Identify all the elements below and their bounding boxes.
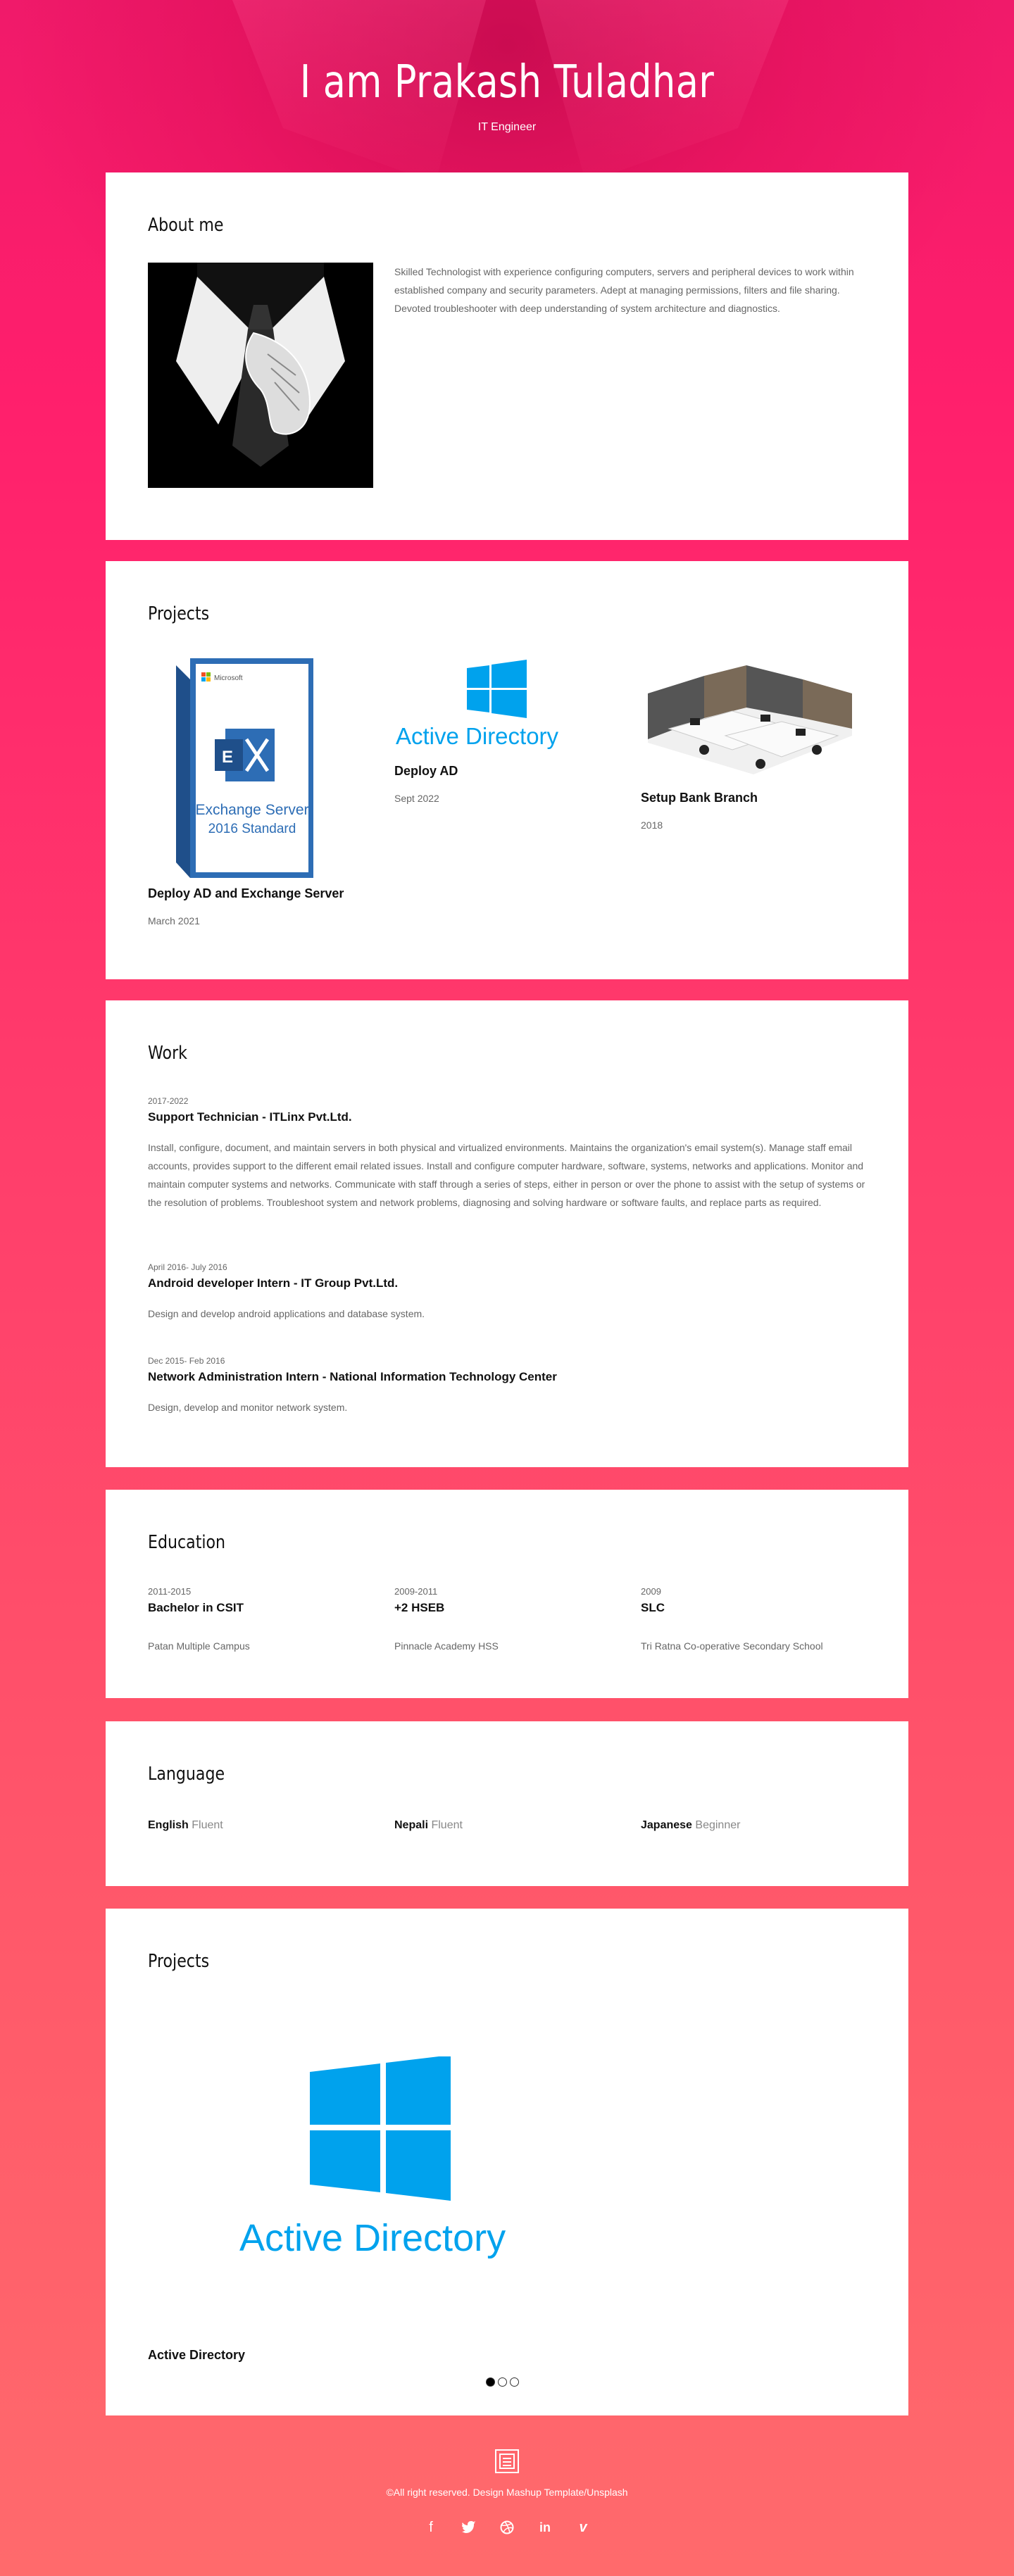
project-title: Deploy AD and Exchange Server	[148, 886, 344, 900]
education-date: 2009	[641, 1586, 661, 1597]
project-title: Setup Bank Branch	[641, 791, 758, 805]
language-level: Fluent	[431, 1819, 463, 1831]
education-item: 2011-2015 Bachelor in CSIT Patan Multipl…	[148, 1586, 373, 1652]
work-item: April 2016- July 2016 Android developer …	[148, 1262, 866, 1323]
work-description: Design, develop and monitor network syst…	[148, 1402, 348, 1413]
carousel-slide-title: Active Directory	[148, 2348, 246, 2362]
copyright-text: ©All right reserved. Design Mashup Templ…	[386, 2487, 628, 2498]
project-date: 2018	[641, 819, 663, 831]
page-title: I am Prakash Tuladhar	[299, 56, 715, 108]
facebook-icon[interactable]: f	[423, 2519, 439, 2536]
linkedin-icon[interactable]: in	[537, 2519, 553, 2536]
work-date: 2017-2022	[148, 1096, 189, 1106]
dribbble-icon[interactable]	[499, 2519, 515, 2536]
carousel-dot-2[interactable]	[498, 2377, 507, 2387]
education-place: Tri Ratna Co-operative Secondary School	[641, 1640, 823, 1652]
education-title: SLC	[641, 1601, 665, 1614]
work-heading: Work	[148, 1043, 187, 1064]
template-logo-icon	[494, 2449, 520, 2474]
language-name: Nepali	[394, 1819, 429, 1831]
education-item: 2009-2011 +2 HSEB Pinnacle Academy HSS	[394, 1586, 620, 1652]
work-card: Work 2017-2022 Support Technician - ITLi…	[106, 1000, 908, 1467]
language-level: Fluent	[192, 1819, 223, 1831]
project-date: March 2021	[148, 915, 200, 926]
office-workstation-image	[641, 651, 859, 785]
about-text: Skilled Technologist with experience con…	[394, 266, 854, 314]
twitter-icon[interactable]	[461, 2519, 477, 2536]
svg-text:Microsoft: Microsoft	[214, 674, 243, 682]
carousel-slide-image[interactable]: Active Directory	[239, 2055, 542, 2261]
carousel-dot-1[interactable]	[486, 2377, 495, 2387]
work-date: Dec 2015- Feb 2016	[148, 1356, 225, 1366]
work-title: Network Administration Intern - National…	[148, 1370, 557, 1383]
work-title: Android developer Intern - IT Group Pvt.…	[148, 1276, 399, 1290]
education-date: 2009-2011	[394, 1586, 438, 1597]
projects-card: Projects Microsoft E Exchange Server 201…	[106, 561, 908, 979]
work-item: Dec 2015- Feb 2016 Network Administratio…	[148, 1356, 866, 1416]
language-name: English	[148, 1819, 189, 1831]
education-place: Pinnacle Academy HSS	[394, 1640, 499, 1652]
carousel-dot-3[interactable]	[510, 2377, 519, 2387]
language-item: English Fluent	[148, 1819, 373, 1832]
education-item: 2009 SLC Tri Ratna Co-operative Secondar…	[641, 1586, 866, 1652]
svg-text:E: E	[222, 748, 233, 767]
svg-text:Active Directory: Active Directory	[396, 723, 559, 749]
project-title: Deploy AD	[394, 764, 458, 778]
svg-text:Exchange Server: Exchange Server	[195, 802, 308, 818]
page-header: I am Prakash Tuladhar IT Engineer	[0, 56, 1014, 134]
education-date: 2011-2015	[148, 1586, 192, 1597]
language-item: Nepali Fluent	[394, 1819, 620, 1832]
project-item[interactable]: Microsoft E Exchange Server 2016 Standar…	[148, 651, 373, 926]
work-description: Install, configure, document, and mainta…	[148, 1142, 865, 1208]
vimeo-icon[interactable]: v	[575, 2519, 592, 2536]
language-heading: Language	[148, 1764, 225, 1785]
language-level: Beginner	[695, 1819, 741, 1831]
language-item: Japanese Beginner	[641, 1819, 866, 1832]
language-name: Japanese	[641, 1819, 692, 1831]
about-photo	[148, 263, 373, 488]
page-subtitle: IT Engineer	[477, 121, 537, 133]
exchange-server-box-image: Microsoft E Exchange Server 2016 Standar…	[148, 651, 324, 878]
education-title: Bachelor in CSIT	[148, 1601, 244, 1614]
social-links: f in v	[0, 2519, 1014, 2536]
projects-carousel-card: Projects Active Directory Active Directo…	[106, 1909, 908, 2415]
project-date: Sept 2022	[394, 793, 439, 804]
about-heading: About me	[148, 215, 224, 236]
about-card: About me Skilled Technologist with exper…	[106, 172, 908, 540]
education-card: Education 2011-2015 Bachelor in CSIT Pat…	[106, 1490, 908, 1698]
carousel-pagination	[486, 2377, 519, 2387]
svg-text:2016 Standard: 2016 Standard	[208, 822, 296, 836]
work-description: Design and develop android applications …	[148, 1308, 425, 1319]
work-title: Support Technician - ITLinx Pvt.Ltd.	[148, 1110, 352, 1124]
work-date: April 2016- July 2016	[148, 1262, 227, 1272]
projects-heading: Projects	[148, 603, 210, 624]
projects-carousel-heading: Projects	[148, 1951, 210, 1972]
language-card: Language English Fluent Nepali Fluent Ja…	[106, 1721, 908, 1886]
education-title: +2 HSEB	[394, 1601, 445, 1614]
active-directory-logo-image: Active Directory	[394, 651, 592, 757]
page-footer: ©All right reserved. Design Mashup Templ…	[0, 2449, 1014, 2536]
education-place: Patan Multiple Campus	[148, 1640, 250, 1652]
education-heading: Education	[148, 1532, 226, 1553]
work-item: 2017-2022 Support Technician - ITLinx Pv…	[148, 1096, 866, 1212]
project-item[interactable]: Setup Bank Branch 2018	[641, 651, 866, 831]
svg-text:Active Directory: Active Directory	[239, 2217, 506, 2259]
project-item[interactable]: Active Directory Deploy AD Sept 2022	[394, 651, 620, 804]
